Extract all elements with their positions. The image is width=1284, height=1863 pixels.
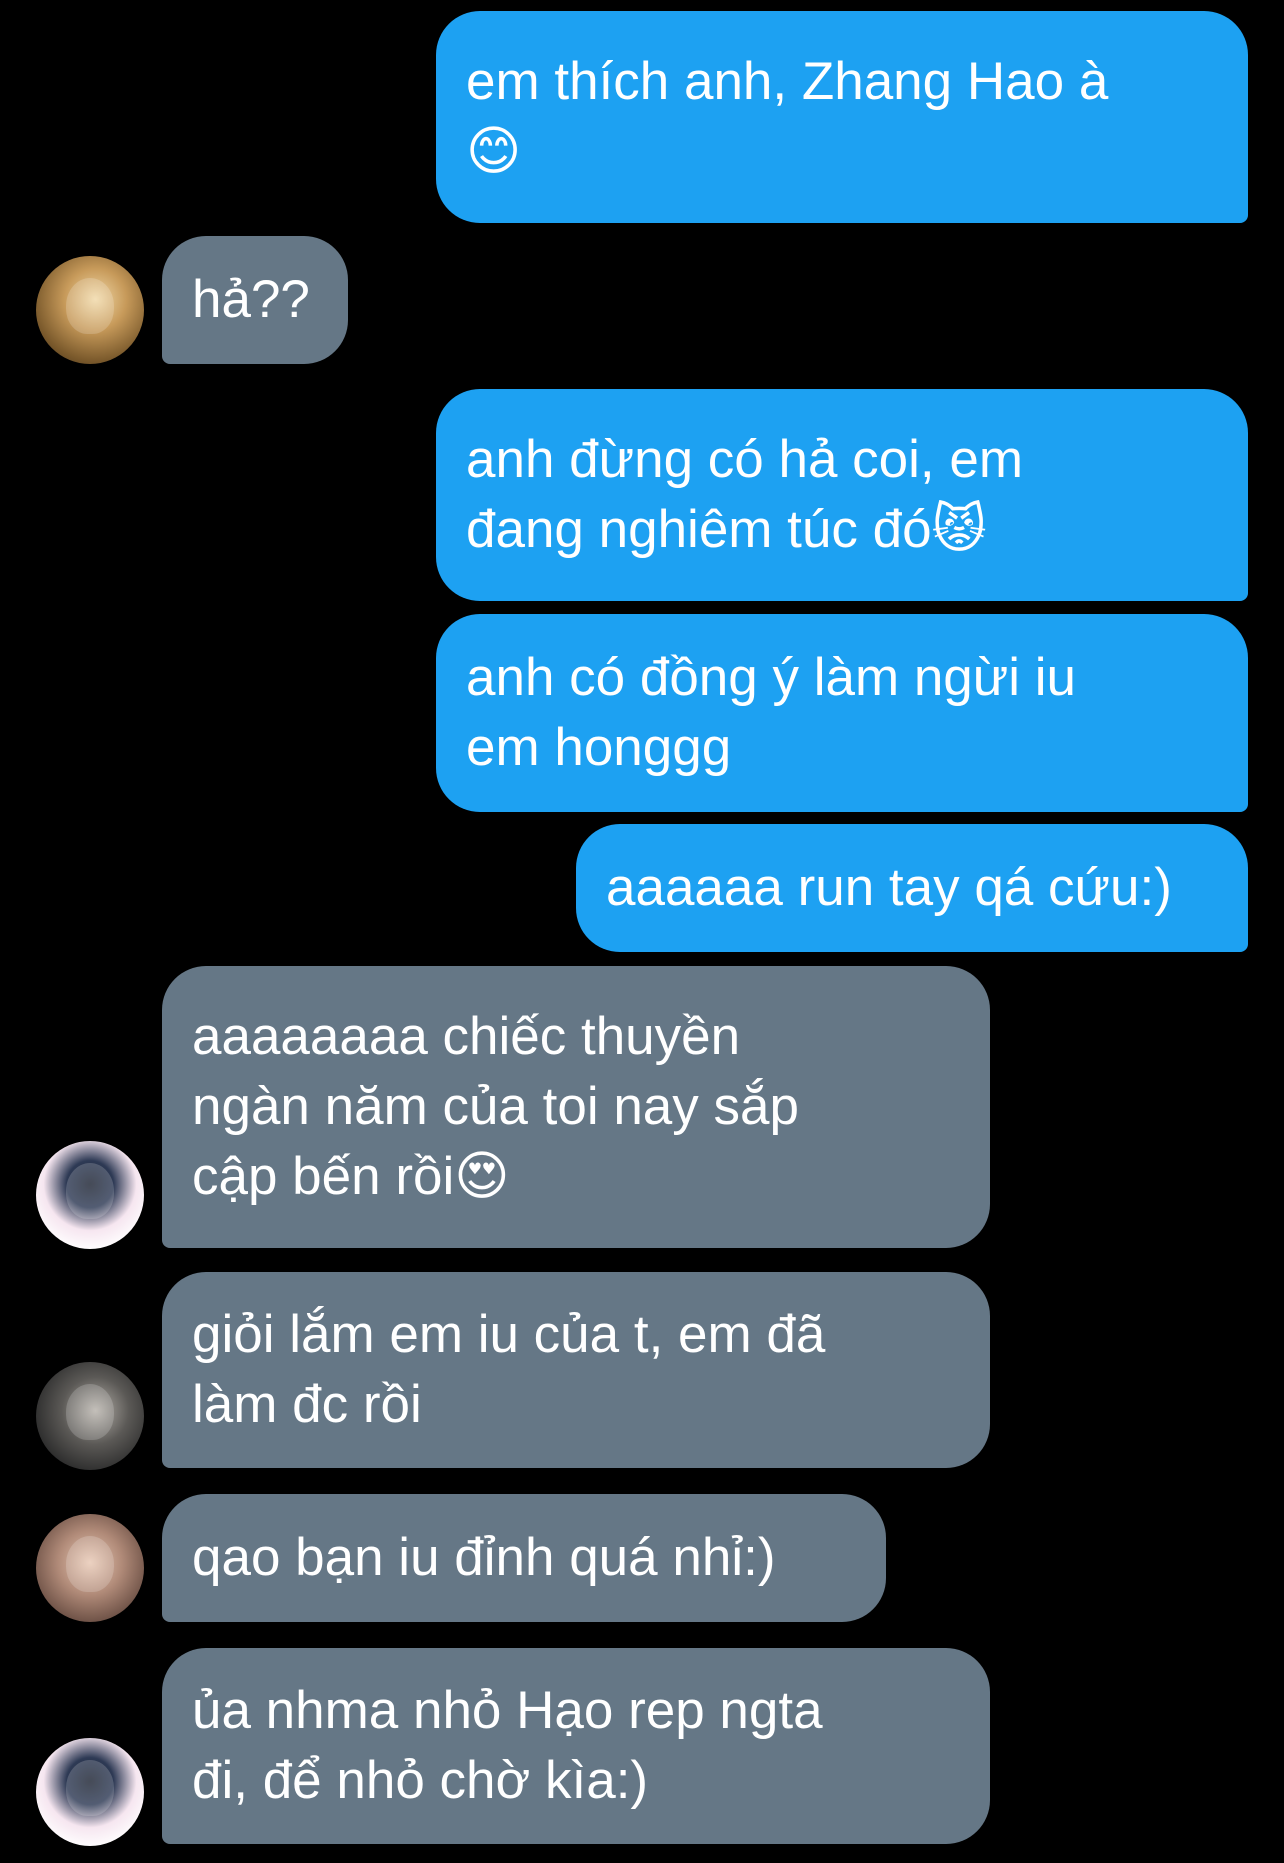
avatar-face-icon [66, 1384, 114, 1440]
message-text: hả?? [192, 270, 310, 329]
message-text: ủa nhma nhỏ Hạo rep ngta đi, để nhỏ chờ … [192, 1681, 823, 1810]
message-text: aaaaaa run tay qá cứu:) [606, 858, 1172, 917]
message-text: giỏi lắm em iu của t, em đã làm đc rồi [192, 1305, 826, 1434]
message-text: anh có đồng ý làm ngừi iu em honggg [466, 648, 1077, 777]
received-message-bubble[interactable]: aaaaaaaa chiếc thuyền ngàn năm của toi n… [162, 966, 990, 1248]
received-message-bubble[interactable]: giỏi lắm em iu của t, em đã làm đc rồi [162, 1272, 990, 1468]
avatar-face-icon [66, 278, 114, 334]
received-message-bubble[interactable]: qao bạn iu đỉnh quá nhỉ:) [162, 1494, 886, 1622]
sent-message-bubble[interactable]: em thích anh, Zhang Hao à 😊 [436, 11, 1248, 223]
avatar[interactable] [36, 1514, 144, 1622]
message-text: anh đừng có hả coi, em đang nghiêm túc đ… [466, 430, 1023, 559]
message-text: qao bạn iu đỉnh quá nhỉ:) [192, 1528, 776, 1587]
avatar[interactable] [36, 1362, 144, 1470]
message-text: aaaaaaaa chiếc thuyền ngàn năm của toi n… [192, 1007, 799, 1206]
avatar-face-icon [66, 1536, 114, 1592]
avatar-face-icon [66, 1163, 114, 1219]
sent-message-bubble[interactable]: aaaaaa run tay qá cứu:) [576, 824, 1248, 952]
received-message-bubble[interactable]: ủa nhma nhỏ Hạo rep ngta đi, để nhỏ chờ … [162, 1648, 990, 1844]
message-text: em thích anh, Zhang Hao à 😊 [466, 52, 1109, 181]
sent-message-bubble[interactable]: anh đừng có hả coi, em đang nghiêm túc đ… [436, 389, 1248, 601]
avatar[interactable] [36, 1141, 144, 1249]
sent-message-bubble[interactable]: anh có đồng ý làm ngừi iu em honggg [436, 614, 1248, 812]
avatar[interactable] [36, 1738, 144, 1846]
received-message-bubble[interactable]: hả?? [162, 236, 348, 364]
avatar-face-icon [66, 1760, 114, 1816]
avatar[interactable] [36, 256, 144, 364]
